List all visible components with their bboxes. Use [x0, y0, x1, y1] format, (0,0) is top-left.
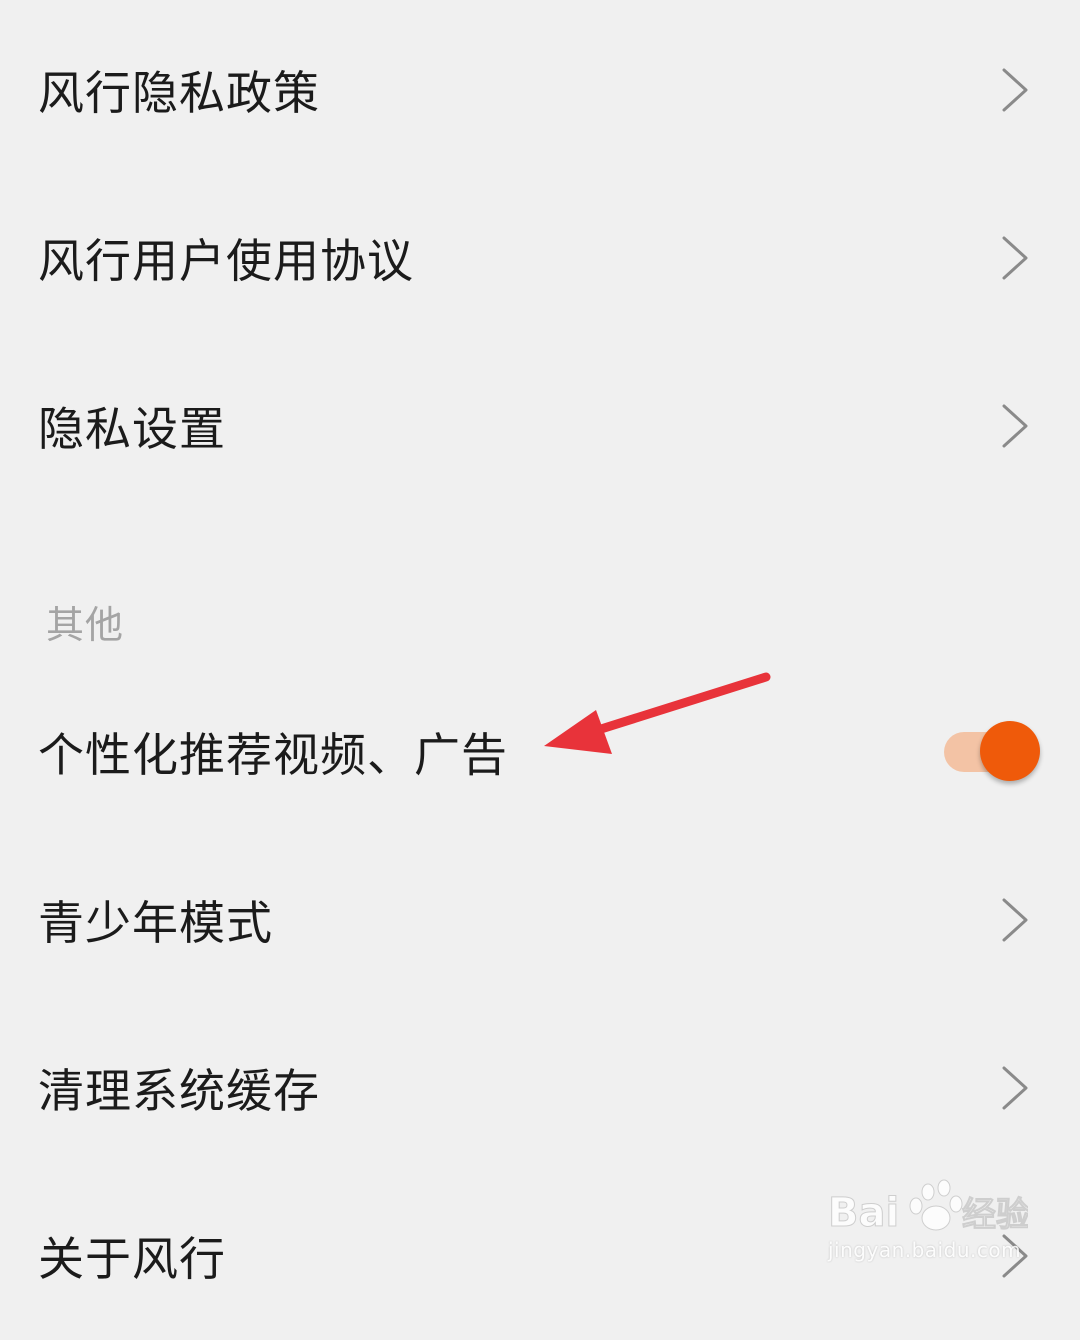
chevron-right-icon [1002, 1066, 1028, 1110]
clear-cache-label: 清理系统缓存 [38, 1064, 320, 1118]
toggle-knob [980, 721, 1040, 781]
teen-mode-label: 青少年模式 [38, 896, 273, 950]
user-agreement-label: 风行用户使用协议 [38, 234, 414, 288]
chevron-right-icon [1002, 898, 1028, 942]
user-agreement-row[interactable]: 风行用户使用协议 [0, 174, 1080, 342]
chevron-right-icon [1002, 236, 1028, 280]
clear-cache-row[interactable]: 清理系统缓存 [0, 1004, 1080, 1172]
about-row[interactable]: 关于风行 [0, 1172, 1080, 1340]
chevron-right-icon [1002, 68, 1028, 112]
personalized-recommendation-label: 个性化推荐视频、广告 [38, 728, 508, 782]
privacy-policy-label: 风行隐私政策 [38, 66, 320, 120]
personalized-recommendation-toggle[interactable] [944, 721, 1040, 783]
privacy-policy-row[interactable]: 风行隐私政策 [0, 6, 1080, 174]
privacy-settings-row[interactable]: 隐私设置 [0, 342, 1080, 510]
chevron-right-icon [1002, 1234, 1028, 1278]
teen-mode-row[interactable]: 青少年模式 [0, 836, 1080, 1004]
settings-screen: 风行隐私政策 风行用户使用协议 隐私设置 其他 个性化推荐视频、广告 青少年模式 [0, 0, 1080, 1296]
personalized-recommendation-row[interactable]: 个性化推荐视频、广告 [0, 668, 1080, 836]
chevron-right-icon [1002, 404, 1028, 448]
section-header-other: 其他 [46, 603, 125, 647]
about-label: 关于风行 [38, 1232, 226, 1286]
privacy-settings-label: 隐私设置 [38, 402, 226, 456]
